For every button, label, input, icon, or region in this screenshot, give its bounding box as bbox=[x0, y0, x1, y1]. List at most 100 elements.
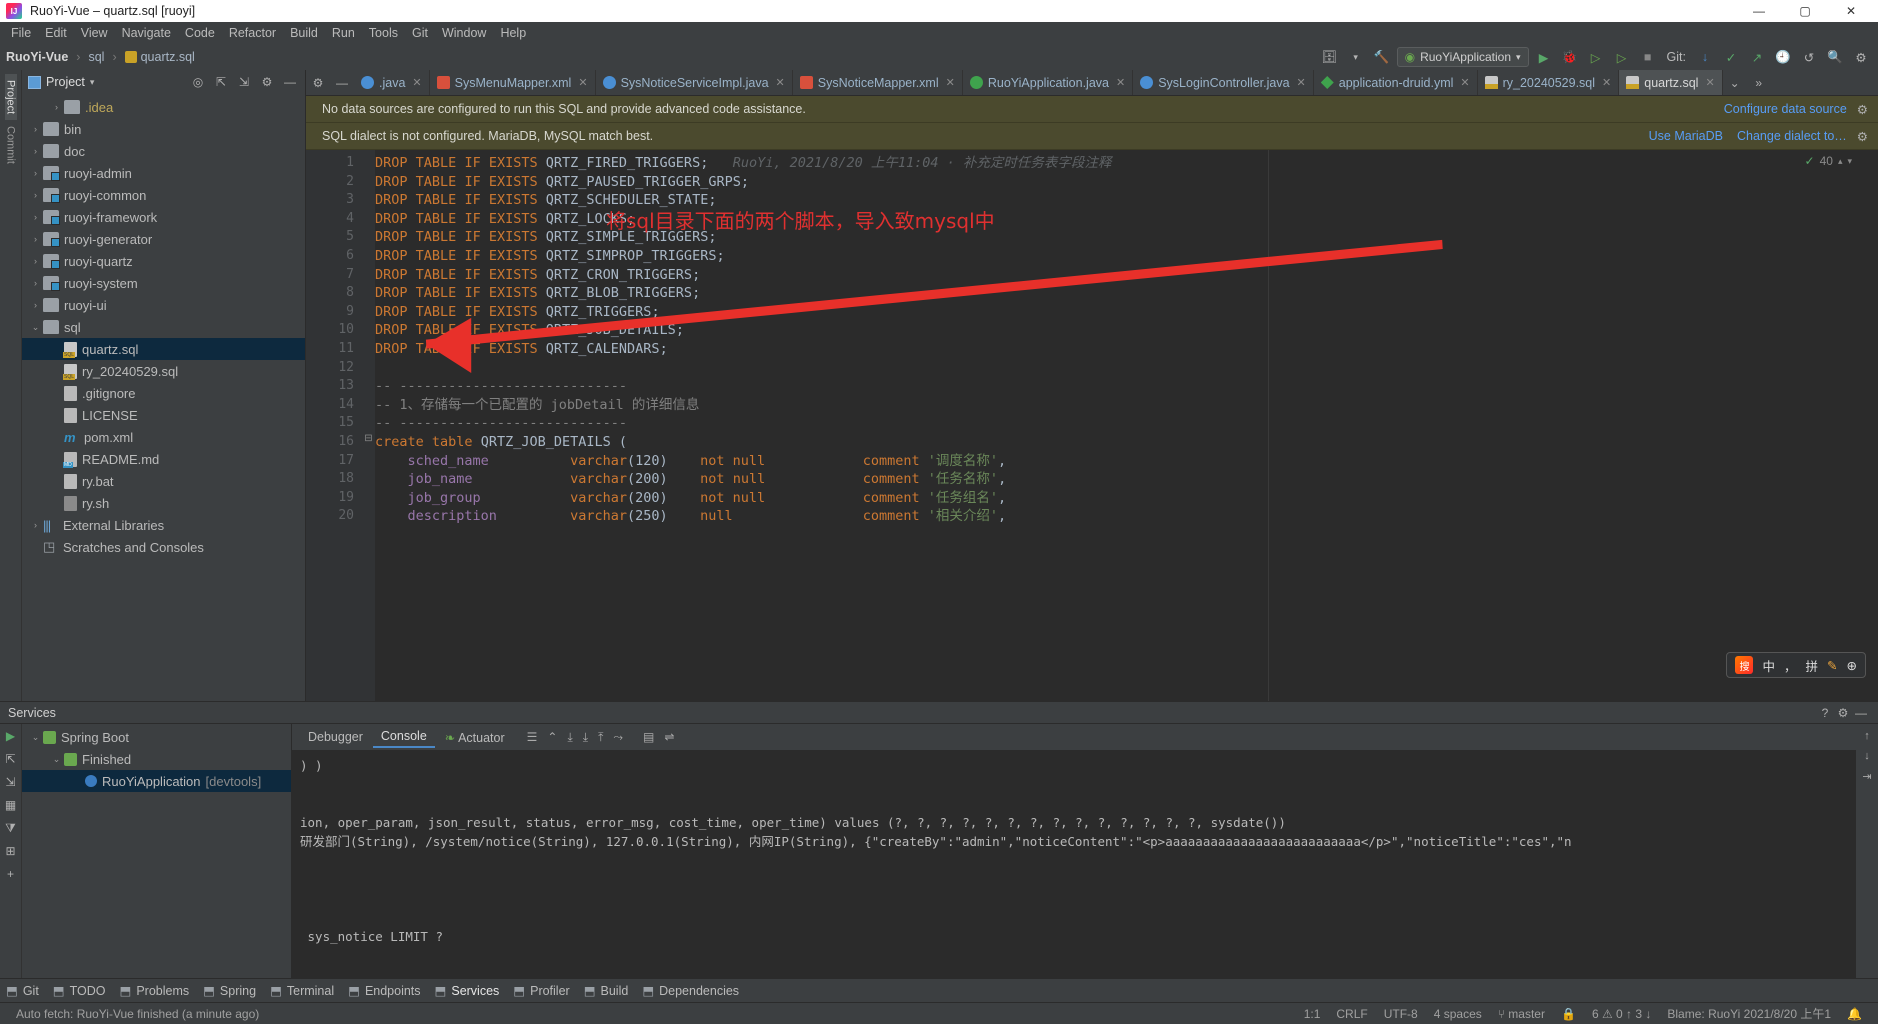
menu-build[interactable]: Build bbox=[283, 24, 325, 42]
editor-tab-bar[interactable]: ⚙ — .java ✕ SysMenuMapper.xml ✕ SysNoticeServi… bbox=[306, 70, 1878, 96]
layout-icon[interactable]: ⊞ bbox=[3, 843, 19, 859]
project-tree-item[interactable]: m pom.xml bbox=[22, 426, 305, 448]
group-icon[interactable]: ▦ bbox=[3, 797, 19, 813]
code-line[interactable]: -- ---------------------------- bbox=[375, 414, 1878, 433]
run-configuration-selector[interactable]: ◉ RuoYiApplication ▾ bbox=[1396, 47, 1529, 67]
tool-window-button-endpoints[interactable]: ⬒ Endpoints bbox=[348, 983, 420, 999]
rail-project[interactable]: Project bbox=[4, 74, 17, 121]
file-encoding[interactable]: UTF-8 bbox=[1376, 1007, 1426, 1021]
expand-arrow-icon[interactable]: ⌄ bbox=[28, 732, 43, 743]
ime-mode[interactable]: 拼 bbox=[1806, 656, 1819, 675]
line-separator[interactable]: CRLF bbox=[1328, 1007, 1375, 1021]
expand-arrow-icon[interactable]: › bbox=[28, 168, 43, 178]
branch-widget[interactable]: ⑂ master bbox=[1490, 1007, 1553, 1021]
git-rollback-icon[interactable]: ↺ bbox=[1798, 46, 1820, 68]
settings-icon[interactable]: ⚙ bbox=[306, 70, 330, 95]
expand-arrow-icon[interactable]: › bbox=[49, 102, 64, 112]
fold-marker[interactable] bbox=[362, 173, 375, 192]
editor-breakpoint-gutter[interactable] bbox=[306, 150, 320, 701]
scroll-down-icon[interactable]: ↓ bbox=[1864, 750, 1870, 762]
fold-marker[interactable] bbox=[362, 303, 375, 322]
menu-code[interactable]: Code bbox=[178, 24, 222, 42]
hammer-icon[interactable]: 🔨 bbox=[1371, 46, 1393, 68]
expand-arrow-icon[interactable]: › bbox=[28, 190, 43, 200]
tab-debugger[interactable]: Debugger bbox=[300, 727, 371, 747]
fold-marker[interactable] bbox=[362, 359, 375, 378]
run-icon[interactable]: ▶ bbox=[3, 728, 19, 744]
code-line[interactable]: DROP TABLE IF EXISTS QRTZ_CRON_TRIGGERS; bbox=[375, 266, 1878, 285]
editor-tab[interactable]: .java ✕ bbox=[354, 70, 430, 95]
chevron-down-icon[interactable]: ▾ bbox=[1847, 156, 1852, 167]
services-tree[interactable]: ⌄ Spring Boot ⌄ Finished RuoYiApplication [de… bbox=[22, 724, 292, 978]
expand-arrow-icon[interactable]: › bbox=[28, 234, 43, 244]
tool-window-button-problems[interactable]: ⬒ Problems bbox=[120, 983, 190, 999]
close-icon[interactable]: ✕ bbox=[776, 76, 785, 89]
tool-window-button-profiler[interactable]: ⬒ Profiler bbox=[513, 983, 569, 999]
project-tree-item[interactable]: › ruoyi-framework bbox=[22, 206, 305, 228]
lock-icon[interactable]: 🔒 bbox=[1553, 1007, 1584, 1021]
project-tree-item[interactable]: › ruoyi-admin bbox=[22, 162, 305, 184]
services-tree-item[interactable]: RuoYiApplication [devtools] bbox=[22, 770, 291, 792]
export-icon[interactable]: ⤒ bbox=[598, 730, 603, 745]
services-tree-item[interactable]: ⌄ Spring Boot bbox=[22, 726, 291, 748]
menu-edit[interactable]: Edit bbox=[38, 24, 74, 42]
project-tree-item[interactable]: › ruoyi-ui bbox=[22, 294, 305, 316]
menu-file[interactable]: File bbox=[4, 24, 38, 42]
caret-position[interactable]: 1:1 bbox=[1296, 1007, 1329, 1021]
editor-tab[interactable]: ry_20240529.sql ✕ bbox=[1478, 70, 1620, 95]
expand-arrow-icon[interactable]: › bbox=[28, 256, 43, 266]
expand-arrow-icon[interactable]: › bbox=[28, 278, 43, 288]
expand-arrow-icon[interactable]: › bbox=[28, 146, 43, 156]
expand-arrow-icon[interactable]: ⌄ bbox=[49, 754, 64, 765]
code-line[interactable]: description varchar(250) null comment '相… bbox=[375, 507, 1878, 526]
search-icon[interactable]: 🔍 bbox=[1824, 46, 1846, 68]
project-tree-item[interactable]: ⌄ sql bbox=[22, 316, 305, 338]
list-icon[interactable]: ☰ bbox=[527, 730, 538, 744]
code-line[interactable]: -- 1、存储每一个已配置的 jobDetail 的详细信息 bbox=[375, 396, 1878, 415]
inspection-summary[interactable]: 6 ⚠ 0 ↑ 3 ↓ bbox=[1584, 1007, 1659, 1021]
git-push-icon[interactable]: ↗ bbox=[1746, 46, 1768, 68]
fold-marker[interactable] bbox=[362, 191, 375, 210]
menu-git[interactable]: Git bbox=[405, 24, 435, 42]
stop-icon[interactable]: ■ bbox=[1637, 46, 1659, 68]
git-update-icon[interactable]: ↓ bbox=[1694, 46, 1716, 68]
minimize-button[interactable]: — bbox=[1736, 0, 1782, 22]
tool-window-button-build[interactable]: ⬒ Build bbox=[584, 983, 629, 999]
breadcrumb-project[interactable]: RuoYi-Vue bbox=[6, 50, 68, 64]
hide-icon[interactable]: — bbox=[281, 73, 299, 91]
expand-arrow-icon[interactable]: › bbox=[28, 212, 43, 222]
coverage-icon[interactable]: ▷ bbox=[1585, 46, 1607, 68]
code-editor[interactable]: 1 2 3 4 5 6 7 8 9 10 11 12 13 14 15 16 17 18 19 20 ⊟ DROP T… bbox=[306, 150, 1878, 701]
hide-icon[interactable]: — bbox=[1852, 704, 1870, 722]
editor-tab[interactable]: application-druid.yml ✕ bbox=[1314, 70, 1478, 95]
close-icon[interactable]: ✕ bbox=[1297, 76, 1306, 89]
tool-window-button-todo[interactable]: ⬒ TODO bbox=[53, 983, 106, 999]
fold-marker[interactable] bbox=[362, 470, 375, 489]
expand-arrow-icon[interactable]: › bbox=[28, 300, 43, 310]
fold-marker[interactable] bbox=[362, 414, 375, 433]
project-tree-item[interactable]: › ruoyi-generator bbox=[22, 228, 305, 250]
fold-marker[interactable] bbox=[362, 340, 375, 359]
project-tree-item[interactable]: › doc bbox=[22, 140, 305, 162]
project-tree-item[interactable]: ry.bat bbox=[22, 470, 305, 492]
editor-tab[interactable]: SysNoticeServiceImpl.java ✕ bbox=[596, 70, 793, 95]
fold-marker[interactable] bbox=[362, 154, 375, 173]
fold-marker[interactable] bbox=[362, 507, 375, 526]
change-dialect-link[interactable]: Change dialect to… bbox=[1737, 129, 1847, 143]
project-tree-item[interactable]: › .idea bbox=[22, 96, 305, 118]
project-tree-item[interactable]: › bin bbox=[22, 118, 305, 140]
expand-arrow-icon[interactable]: › bbox=[28, 520, 43, 530]
code-line[interactable] bbox=[375, 359, 1878, 378]
settings-icon[interactable]: ⚙ bbox=[1834, 704, 1852, 722]
more-tabs-icon[interactable]: » bbox=[1747, 70, 1771, 95]
help-icon[interactable]: ? bbox=[1816, 704, 1834, 722]
code-folding-gutter[interactable]: ⊟ bbox=[362, 150, 375, 701]
close-icon[interactable]: ✕ bbox=[1460, 76, 1469, 89]
menu-refactor[interactable]: Refactor bbox=[222, 24, 283, 42]
code-line[interactable]: DROP TABLE IF EXISTS QRTZ_CALENDARS; bbox=[375, 340, 1878, 359]
up-icon[interactable]: ⌃ bbox=[547, 730, 557, 744]
tool-window-button-git[interactable]: ⬒ Git bbox=[6, 983, 39, 999]
project-tree-item[interactable]: quartz.sql bbox=[22, 338, 305, 360]
code-line[interactable]: sched_name varchar(120) not null comment… bbox=[375, 452, 1878, 471]
tool-window-button-services[interactable]: ⬒ Services bbox=[435, 983, 500, 999]
